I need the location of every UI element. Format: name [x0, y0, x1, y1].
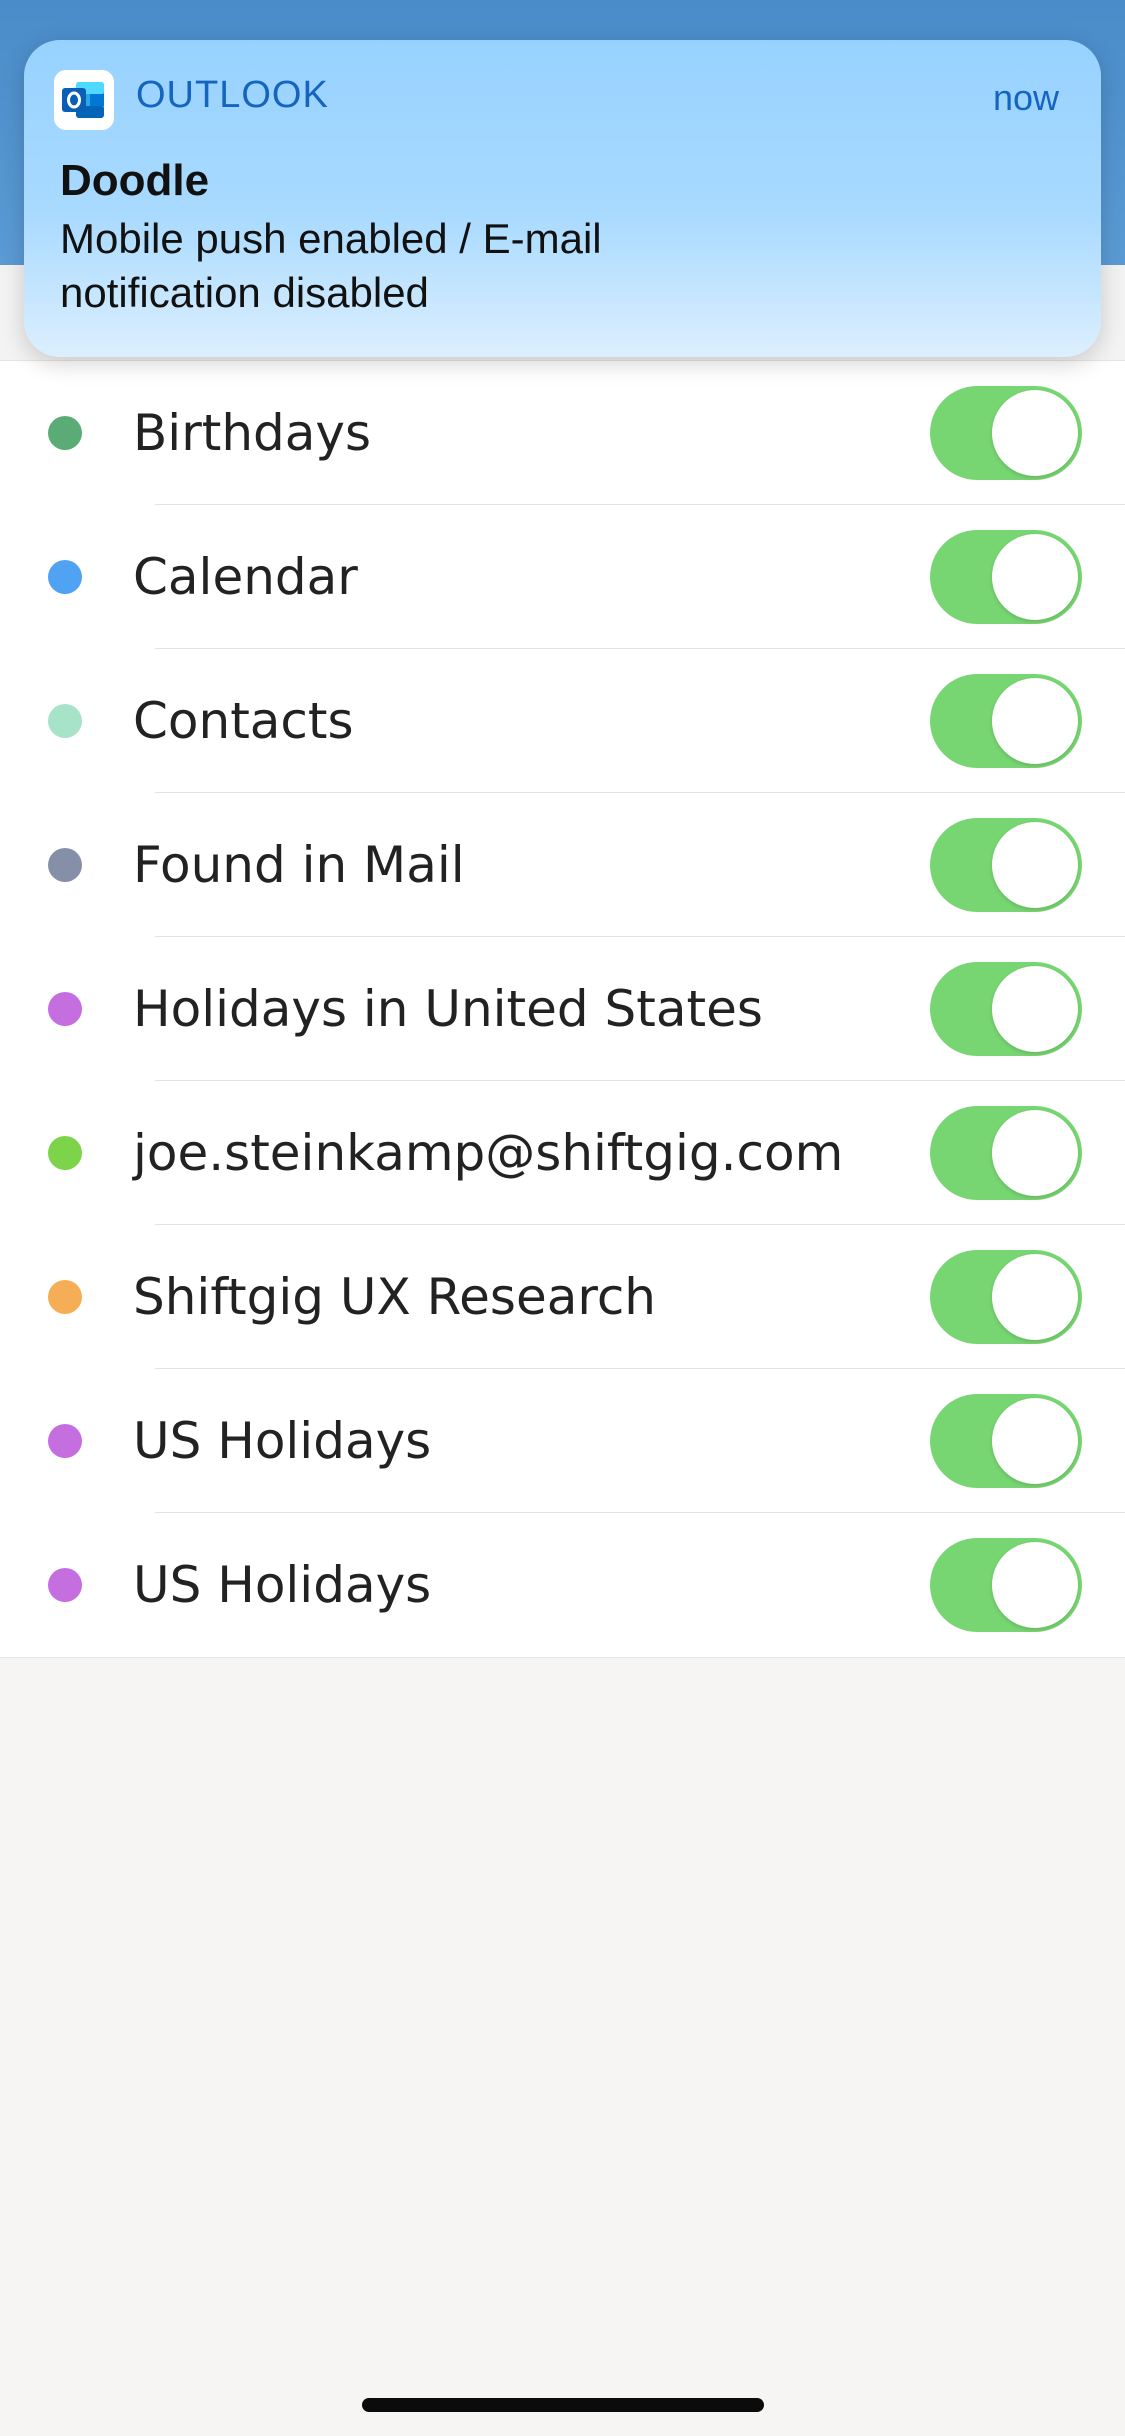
calendar-color-dot	[48, 1136, 82, 1170]
calendar-color-dot	[48, 1424, 82, 1458]
calendar-toggle[interactable]	[930, 818, 1082, 912]
push-notification-banner[interactable]: OUTLOOK now Doodle Mobile push enabled /…	[24, 40, 1101, 357]
toggle-knob	[992, 534, 1078, 620]
calendar-row[interactable]: Shiftgig UX Research	[0, 1225, 1125, 1369]
calendar-row[interactable]: Found in Mail	[0, 793, 1125, 937]
calendar-name: joe.steinkamp@shiftgig.com	[133, 1124, 844, 1182]
calendar-row[interactable]: Holidays in United States	[0, 937, 1125, 1081]
calendar-row[interactable]: US Holidays	[0, 1369, 1125, 1513]
calendar-color-dot	[48, 704, 82, 738]
toggle-knob	[992, 678, 1078, 764]
notification-time: now	[992, 77, 1059, 118]
toggle-knob	[992, 1254, 1078, 1340]
calendar-row[interactable]: Birthdays	[0, 361, 1125, 505]
calendar-name: Shiftgig UX Research	[133, 1268, 656, 1326]
calendar-name: Contacts	[133, 692, 354, 750]
toggle-knob	[992, 1542, 1078, 1628]
calendar-row[interactable]: Calendar	[0, 505, 1125, 649]
toggle-knob	[992, 1110, 1078, 1196]
calendar-toggle[interactable]	[930, 674, 1082, 768]
notification-app-name: OUTLOOK	[136, 74, 329, 116]
toggle-knob	[992, 390, 1078, 476]
calendar-name: Birthdays	[133, 404, 372, 462]
calendar-name: Calendar	[133, 548, 358, 606]
toggle-knob	[992, 822, 1078, 908]
calendar-list: Birthdays Calendar Contacts Found in Mai…	[0, 360, 1125, 1658]
notification-title: Doodle	[60, 156, 210, 205]
calendar-color-dot	[48, 848, 82, 882]
calendar-name: Holidays in United States	[133, 980, 763, 1038]
toggle-knob	[992, 966, 1078, 1052]
outlook-icon	[54, 70, 114, 130]
calendar-toggle[interactable]	[930, 1394, 1082, 1488]
calendar-color-dot	[48, 1280, 82, 1314]
calendar-color-dot	[48, 560, 82, 594]
toggle-knob	[992, 1398, 1078, 1484]
calendar-toggle[interactable]	[930, 386, 1082, 480]
calendar-color-dot	[48, 992, 82, 1026]
calendar-color-dot	[48, 416, 82, 450]
calendar-toggle[interactable]	[930, 962, 1082, 1056]
calendar-row[interactable]: US Holidays	[0, 1513, 1125, 1657]
calendar-row[interactable]: Contacts	[0, 649, 1125, 793]
calendar-toggle[interactable]	[930, 530, 1082, 624]
calendar-color-dot	[48, 1568, 82, 1602]
home-indicator[interactable]	[362, 2398, 764, 2412]
calendar-toggle[interactable]	[930, 1538, 1082, 1632]
calendar-name: Found in Mail	[133, 836, 465, 894]
notification-body: Mobile push enabled / E-mail notificatio…	[60, 215, 602, 316]
calendar-name: US Holidays	[133, 1412, 432, 1470]
calendar-toggle[interactable]	[930, 1106, 1082, 1200]
calendar-name: US Holidays	[133, 1556, 432, 1614]
calendar-row[interactable]: joe.steinkamp@shiftgig.com	[0, 1081, 1125, 1225]
calendar-toggle[interactable]	[930, 1250, 1082, 1344]
